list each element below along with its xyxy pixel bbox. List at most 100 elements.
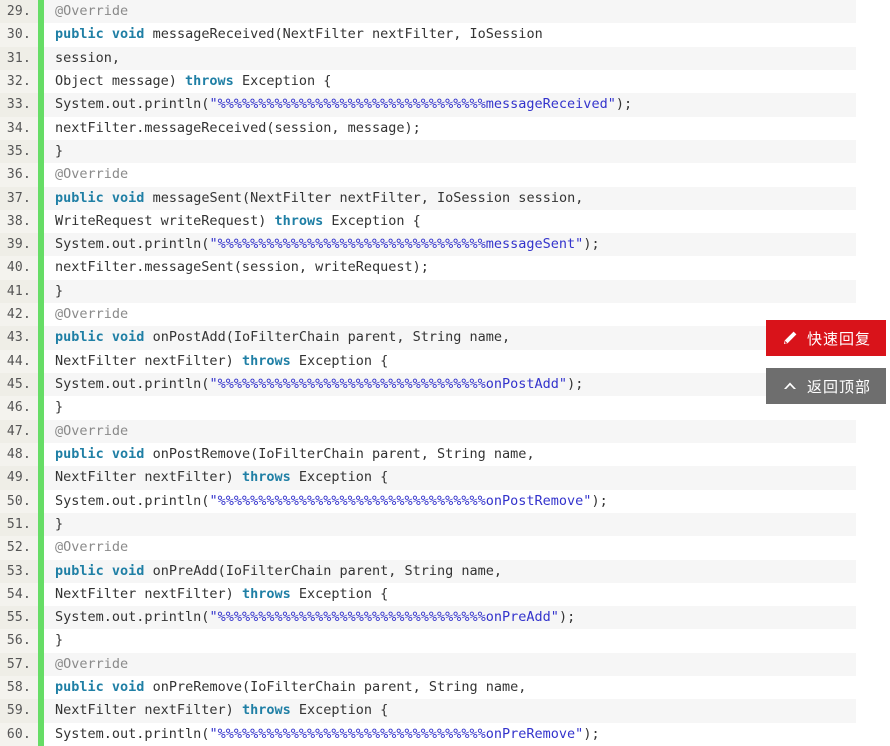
code-line: 49. NextFilter nextFilter) throws Excepti… xyxy=(0,466,856,490)
code-token-plain: Object message) xyxy=(55,72,186,89)
code-token-kw: throws xyxy=(274,212,324,229)
code-token-kw: void xyxy=(111,445,145,462)
code-line-text: @Override xyxy=(44,653,856,676)
code-token-kw: throws xyxy=(241,585,291,602)
code-token-plain: Exception { xyxy=(290,469,389,486)
code-line: 33. System.out.println("%%%%%%%%%%%%%%%%%… xyxy=(0,93,856,117)
code-token-kw: public xyxy=(55,189,104,206)
code-token-plain: ); xyxy=(558,609,576,626)
code-token-plain: NextFilter nextFilter) xyxy=(55,352,242,369)
line-number: 55. xyxy=(0,606,38,630)
code-line-text: System.out.println("%%%%%%%%%%%%%%%%%%%%… xyxy=(44,93,856,116)
code-token-kw: public xyxy=(55,562,104,579)
code-line-text: session, xyxy=(44,47,856,70)
code-token-plain: ); xyxy=(615,96,633,113)
code-line-text: } xyxy=(44,280,856,303)
code-token-comment: @Override xyxy=(55,655,129,672)
code-token-plain: System.out.println( xyxy=(55,725,210,742)
code-token-str: "%%%%%%%%%%%%%%%%%%%%%%%%%%%%%%%%%messag… xyxy=(209,96,616,113)
line-number: 57. xyxy=(0,652,38,677)
code-token-kw: throws xyxy=(241,702,291,719)
code-line-text: WriteRequest writeRequest) throws Except… xyxy=(44,210,856,233)
code-line-text: System.out.println("%%%%%%%%%%%%%%%%%%%%… xyxy=(44,723,856,746)
code-token-plain: messageReceived(NextFilter nextFilter, I… xyxy=(144,26,543,43)
code-token-kw: throws xyxy=(241,469,291,486)
quick-reply-button[interactable]: 快速回复 xyxy=(766,320,886,356)
chevron-up-icon xyxy=(781,377,799,395)
code-line-text: public void onPreRemove(IoFilterChain pa… xyxy=(44,676,856,699)
line-number: 56. xyxy=(0,629,38,653)
code-line: 57. @Override xyxy=(0,652,856,677)
code-line: 31. session, xyxy=(0,46,856,70)
code-line: 40. nextFilter.messageSent(session, write… xyxy=(0,256,856,280)
line-number: 58. xyxy=(0,676,38,700)
code-token-plain: System.out.println( xyxy=(55,236,210,253)
quick-reply-label: 快速回复 xyxy=(806,330,871,348)
line-number: 44. xyxy=(0,349,38,373)
code-line-text: } xyxy=(44,629,856,652)
code-token-comment: @Override xyxy=(55,3,129,19)
line-number: 34. xyxy=(0,116,38,140)
line-number: 42. xyxy=(0,303,38,327)
code-token-plain: onPreAdd(IoFilterChain parent, String na… xyxy=(144,562,503,579)
code-token-kw: void xyxy=(111,562,145,579)
line-number: 35. xyxy=(0,139,38,164)
code-token-comment: @Override xyxy=(55,422,129,439)
code-line: 32. Object message) throws Exception { xyxy=(0,69,856,94)
code-token-plain: onPostAdd(IoFilterChain parent, String n… xyxy=(144,329,511,346)
code-line: 39. System.out.println("%%%%%%%%%%%%%%%%%… xyxy=(0,233,856,257)
line-number: 33. xyxy=(0,93,38,117)
line-number: 45. xyxy=(0,373,38,397)
code-line-text: public void onPreAdd(IoFilterChain paren… xyxy=(44,560,856,583)
code-token-plain: System.out.println( xyxy=(55,492,210,509)
code-token-str: "%%%%%%%%%%%%%%%%%%%%%%%%%%%%%%%%%onPreA… xyxy=(209,609,559,626)
code-line-text: @Override xyxy=(44,303,856,326)
code-token-plain: ); xyxy=(567,376,584,392)
line-number: 38. xyxy=(0,209,38,234)
code-line-text: System.out.println("%%%%%%%%%%%%%%%%%%%%… xyxy=(44,606,856,629)
code-line: 59. NextFilter nextFilter) throws Excepti… xyxy=(0,699,856,723)
line-number: 46. xyxy=(0,396,38,420)
line-number: 59. xyxy=(0,699,38,723)
code-token-plain: } xyxy=(55,282,64,299)
code-line: 34. nextFilter.messageReceived(session, m… xyxy=(0,116,856,140)
code-token-plain: Exception { xyxy=(290,702,389,719)
code-token-plain: NextFilter nextFilter) xyxy=(55,469,242,486)
line-number: 52. xyxy=(0,536,38,560)
code-line-text: NextFilter nextFilter) throws Exception … xyxy=(44,466,856,489)
line-number: 54. xyxy=(0,582,38,607)
code-token-plain: session, xyxy=(55,49,121,66)
code-token-kw: throws xyxy=(241,352,291,369)
pencil-icon xyxy=(781,329,799,347)
code-line-text: System.out.println("%%%%%%%%%%%%%%%%%%%%… xyxy=(44,490,856,513)
code-line: 58. public void onPreRemove(IoFilterChain… xyxy=(0,676,856,700)
code-line: 41.} xyxy=(0,279,856,304)
line-number: 29. xyxy=(0,0,38,24)
code-token-plain: Exception { xyxy=(290,352,389,369)
code-viewer[interactable]: 29. @Override 30. public void messageReceiv… xyxy=(0,0,856,746)
line-number: 50. xyxy=(0,489,38,513)
code-token-plain: nextFilter.messageReceived(session, mess… xyxy=(55,119,421,136)
code-line-text: public void onPostRemove(IoFilterChain p… xyxy=(44,443,856,466)
line-number: 49. xyxy=(0,466,38,490)
code-token-comment: @Override xyxy=(55,306,129,323)
code-token-kw: void xyxy=(111,679,145,696)
code-line-text: System.out.println("%%%%%%%%%%%%%%%%%%%%… xyxy=(44,233,856,256)
code-line-text: } xyxy=(44,513,856,536)
code-line: 48. public void onPostRemove(IoFilterChai… xyxy=(0,442,856,467)
code-line-text: NextFilter nextFilter) throws Exception … xyxy=(44,699,856,722)
code-line: 51.} xyxy=(0,512,856,537)
code-line-text: nextFilter.messageReceived(session, mess… xyxy=(44,117,856,140)
code-token-str: "%%%%%%%%%%%%%%%%%%%%%%%%%%%%%%%%%onPreR… xyxy=(209,725,584,742)
line-number: 36. xyxy=(0,163,38,187)
back-to-top-button[interactable]: 返回顶部 xyxy=(766,368,886,404)
code-line-text: Object message) throws Exception { xyxy=(44,70,856,93)
line-number: 39. xyxy=(0,233,38,257)
code-token-kw: void xyxy=(111,329,145,346)
code-line: 37. public void messageSent(NextFilter ne… xyxy=(0,186,856,210)
